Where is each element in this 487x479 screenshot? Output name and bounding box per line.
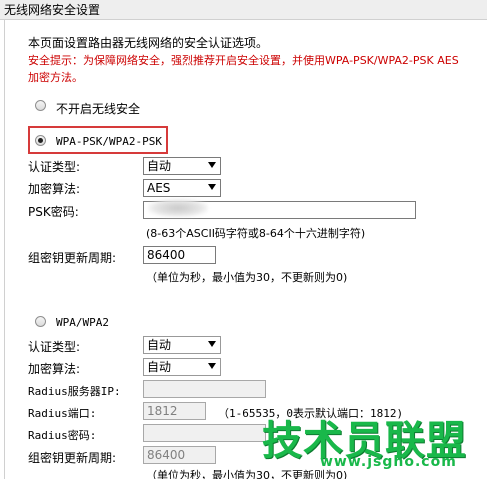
radius-port-input[interactable]: 1812 bbox=[143, 402, 206, 420]
security-warning-line2: 加密方法。 bbox=[28, 71, 83, 84]
radius-password-label: Radius密码: bbox=[28, 429, 97, 442]
psk-renewal-label: 组密钥更新周期: bbox=[28, 251, 117, 265]
wpa-renewal-input[interactable]: 86400 bbox=[143, 446, 216, 464]
radius-ip-label: Radius服务器IP: bbox=[28, 385, 121, 398]
wpa-psk-label: WPA-PSK/WPA2-PSK bbox=[56, 135, 162, 148]
wpa-renewal-label: 组密钥更新周期: bbox=[28, 451, 117, 465]
chevron-down-icon bbox=[208, 162, 216, 168]
wpa-renewal-hint: （单位为秒，最小值为30，不更新则为0) bbox=[146, 469, 348, 479]
security-warning-line1: 安全提示：为保障网络安全，强烈推荐开启安全设置，并使用WPA-PSK/WPA2-… bbox=[28, 54, 459, 67]
psk-auth-type-value: 自动 bbox=[147, 159, 172, 173]
no-security-radio[interactable] bbox=[35, 100, 46, 111]
chevron-down-icon bbox=[208, 341, 216, 347]
wpa-radio[interactable] bbox=[35, 316, 46, 327]
wpa-encryption-label: 加密算法: bbox=[28, 362, 81, 376]
page-title: 无线网络安全设置 bbox=[0, 0, 487, 20]
psk-encryption-select[interactable]: AES bbox=[143, 179, 221, 197]
psk-renewal-hint: （单位为秒，最小值为30，不更新则为0) bbox=[146, 271, 348, 284]
wpa-auth-type-value: 自动 bbox=[147, 338, 172, 352]
chevron-down-icon bbox=[208, 363, 216, 369]
intro-text: 本页面设置路由器无线网络的安全认证选项。 bbox=[28, 36, 269, 50]
wpa-auth-type-select[interactable]: 自动 bbox=[143, 336, 221, 354]
wpa-encryption-select[interactable]: 自动 bbox=[143, 358, 221, 376]
radius-ip-input[interactable] bbox=[143, 380, 266, 398]
wpa-encryption-value: 自动 bbox=[147, 360, 172, 374]
wpa-psk-radio[interactable] bbox=[35, 135, 46, 146]
no-security-label: 不开启无线安全 bbox=[56, 102, 141, 116]
psk-encryption-value: AES bbox=[147, 181, 171, 195]
wpa-auth-type-label: 认证类型: bbox=[28, 340, 81, 354]
chevron-down-icon bbox=[208, 184, 216, 190]
radius-password-input[interactable] bbox=[143, 424, 266, 442]
psk-auth-type-select[interactable]: 自动 bbox=[143, 157, 221, 175]
psk-encryption-label: 加密算法: bbox=[28, 182, 81, 196]
password-blur-mask bbox=[148, 199, 208, 217]
psk-password-hint: (8-63个ASCII码字符或8-64个十六进制字符) bbox=[146, 227, 366, 240]
psk-password-label: PSK密码: bbox=[28, 205, 79, 219]
psk-auth-type-label: 认证类型: bbox=[28, 160, 81, 174]
radius-port-label: Radius端口: bbox=[28, 407, 97, 420]
wpa-label: WPA/WPA2 bbox=[56, 316, 109, 329]
radius-port-hint: （1-65535，0表示默认端口：1812) bbox=[218, 407, 404, 420]
psk-renewal-input[interactable]: 86400 bbox=[143, 246, 216, 264]
